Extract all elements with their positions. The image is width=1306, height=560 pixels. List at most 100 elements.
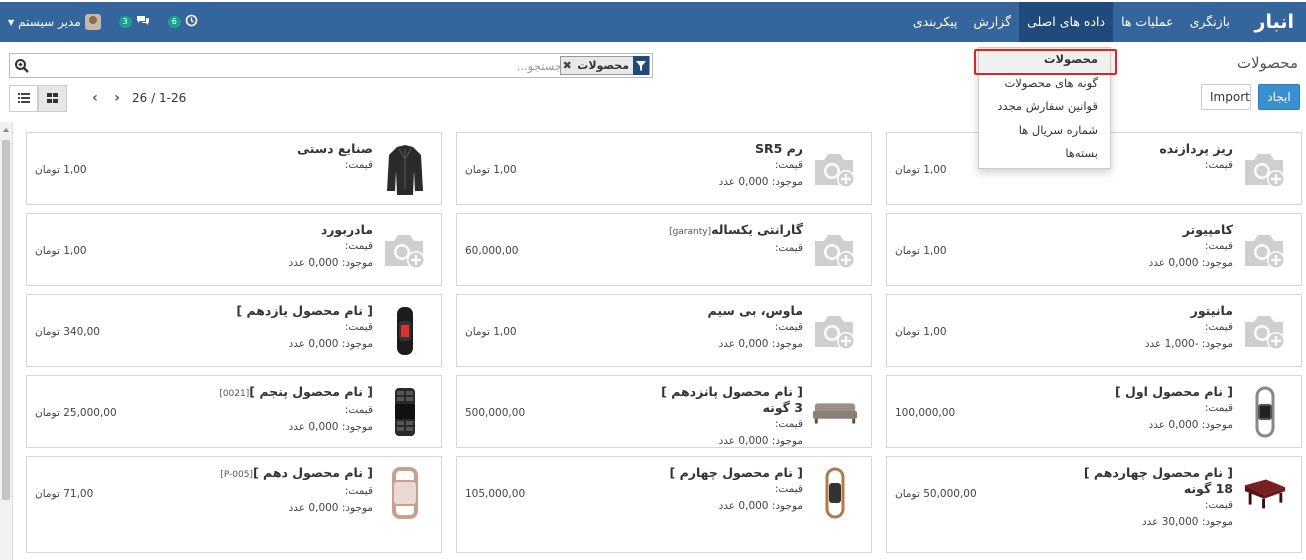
product-price: 71,00 تومان <box>35 488 94 500</box>
product-price: 500,000,00 <box>465 407 526 419</box>
product-info: کامپیوتر قیمت: موجود: 0,000 عدد <box>1149 222 1233 272</box>
dropdown-item-packages[interactable]: بسته‌ها <box>979 142 1110 166</box>
product-image <box>1241 467 1289 519</box>
product-card[interactable]: [ نام محصول پنجم ][0021] قیمت: موجود: 0,00… <box>26 375 442 448</box>
product-card[interactable]: گارانتی یکساله[garanty] قیمت: 60,000,00 <box>456 213 872 286</box>
product-card[interactable]: [ نام محصول اول ] قیمت: موجود: 0,000 عدد 10… <box>886 375 1302 448</box>
list-icon <box>17 92 30 106</box>
clock-icon <box>185 14 198 30</box>
product-info: مانیتور قیمت: موجود: -1,000 عدد <box>1145 303 1233 353</box>
product-name: ریز پردازنده <box>1159 141 1233 157</box>
scroll-up-icon[interactable] <box>3 128 9 132</box>
product-card[interactable]: [ نام محصول یازدهم ] قیمت: موجود: 0,000 عد… <box>26 294 442 367</box>
user-name: مدیر سیستم <box>18 15 81 29</box>
top-navbar: انبار بازنگری عملیات ها داده های اصلی گز… <box>0 2 1306 42</box>
product-image <box>381 467 429 519</box>
pager-total: 26 <box>132 91 148 105</box>
pager-range: 1-26 <box>158 91 187 105</box>
price-label: قیمت: <box>774 483 803 495</box>
product-info: ریز پردازنده قیمت: <box>1159 141 1233 174</box>
product-card[interactable]: مانیتور قیمت: موجود: -1,000 عدد 1,00 تومان <box>886 294 1302 367</box>
product-variants: 18 گونه <box>1183 481 1233 496</box>
pager-value[interactable]: 26 / 1-26 <box>132 91 186 105</box>
product-price: 1,00 تومان <box>35 245 87 257</box>
menu-item-master-data[interactable]: داده های اصلی <box>1019 2 1114 42</box>
product-card[interactable]: صنایع دستی قیمت: 1,00 تومان <box>26 132 442 205</box>
product-card[interactable]: [ نام محصول چهارم ] قیمت: موجود: 0,000 عدد… <box>456 456 872 553</box>
main-menu: بازنگری عملیات ها داده های اصلی گزارش پی… <box>905 2 1238 42</box>
product-name-text: ریز پردازنده <box>1159 141 1233 156</box>
product-info: [ نام محصول پنجم ][0021] قیمت: موجود: 0,00… <box>215 384 373 436</box>
stock-on-hand: موجود: 0,000 عدد <box>288 338 373 350</box>
product-info: گارانتی یکساله[garanty] قیمت: <box>665 222 803 257</box>
price-label: قیمت: <box>1204 402 1233 414</box>
price-label: قیمت: <box>1204 321 1233 333</box>
camera-plus-icon <box>811 224 859 276</box>
app-brand[interactable]: انبار <box>1255 11 1294 33</box>
product-image <box>1241 386 1289 438</box>
product-info: [ نام محصول چهاردهم ] 18 گونه قیمت: موجود: … <box>1084 465 1233 531</box>
product-card[interactable]: رم SR5 قیمت: موجود: 0,000 عدد 1,00 تومان <box>456 132 872 205</box>
product-image <box>811 467 859 519</box>
kanban-view-button[interactable] <box>38 85 67 112</box>
user-menu[interactable]: ▼ مدیر سیستم <box>8 14 101 30</box>
price-label: قیمت: <box>774 242 803 254</box>
product-name-text: [ نام محصول یازدهم ] <box>236 303 373 318</box>
menu-item-review[interactable]: بازنگری <box>1182 2 1238 42</box>
product-card[interactable]: [ نام محصول دهم ][P-005] قیمت: موجود: 0,00… <box>26 456 442 553</box>
camera-plus-icon <box>811 305 859 357</box>
dropdown-item-reordering-rules[interactable]: قوانین سفارش مجدد <box>979 95 1110 119</box>
dropdown-item-serial-numbers[interactable]: شماره سریال ها <box>979 119 1110 143</box>
list-view-button[interactable] <box>9 85 38 112</box>
product-name-text: [ نام محصول پنجم ] <box>249 384 373 399</box>
search-box[interactable]: ✖ محصولات <box>9 53 653 78</box>
camera-plus-icon <box>1241 224 1289 276</box>
avatar <box>84 14 101 30</box>
activities-button[interactable]: 6 <box>167 14 198 30</box>
stock-on-hand: موجود: 30,000 عدد <box>1141 516 1233 528</box>
chat-icon <box>136 15 150 30</box>
stock-on-hand: موجود: 0,000 عدد <box>288 421 373 433</box>
view-switcher <box>9 85 67 112</box>
product-card[interactable]: ماوس، بی سیم قیمت: موجود: 0,000 عدد 1,00 تو… <box>456 294 872 367</box>
create-button[interactable]: ایجاد <box>1258 84 1300 110</box>
scroll-thumb[interactable] <box>2 140 10 500</box>
product-image <box>811 386 859 438</box>
product-info: ماوس، بی سیم قیمت: موجود: 0,000 عدد <box>708 303 803 353</box>
product-name-text: [ نام محصول چهاردهم ] <box>1083 465 1233 480</box>
scrollbar[interactable] <box>0 122 13 560</box>
search-input[interactable] <box>40 57 562 75</box>
menu-item-reporting[interactable]: گزارش <box>966 2 1020 42</box>
product-name: [ نام محصول اول ] <box>1115 384 1233 400</box>
price-label: قیمت: <box>344 159 373 171</box>
product-name: رم SR5 <box>719 141 803 157</box>
page-title: محصولات <box>1236 54 1298 72</box>
dropdown-item-product-variants[interactable]: گونه های محصولات <box>979 72 1110 96</box>
price-label: قیمت: <box>344 485 373 497</box>
price-label: قیمت: <box>774 418 803 430</box>
import-button[interactable]: Import <box>1201 84 1251 110</box>
product-card[interactable]: [ نام محصول پانزدهم ] 3 گونه قیمت: موجود: 0… <box>456 375 872 448</box>
menu-item-operations[interactable]: عملیات ها <box>1113 2 1182 42</box>
product-card[interactable]: مادربورد قیمت: موجود: 0,000 عدد 1,00 تومان <box>26 213 442 286</box>
messages-button[interactable]: 3 <box>118 15 150 30</box>
search-plus-icon[interactable] <box>14 58 30 74</box>
menu-item-configuration[interactable]: پیکربندی <box>905 2 966 42</box>
pager-previous-icon[interactable]: ‹ <box>88 90 102 106</box>
product-card[interactable]: کامپیوتر قیمت: موجود: 0,000 عدد 1,00 تومان <box>886 213 1302 286</box>
product-price: 1,00 تومان <box>465 326 517 338</box>
product-reference: [garanty] <box>669 227 712 237</box>
stock-on-hand: موجود: 0,000 عدد <box>718 435 803 447</box>
facet-remove-icon[interactable]: ✖ <box>561 59 573 72</box>
stock-on-hand: موجود: 0,000 عدد <box>288 502 373 514</box>
stock-on-hand: موجود: 0,000 عدد <box>718 338 803 350</box>
camera-plus-icon <box>381 224 429 276</box>
product-name-text: مادربورد <box>320 222 373 237</box>
facet-value: محصولات <box>577 59 629 72</box>
price-label: قیمت: <box>1204 159 1233 171</box>
product-card[interactable]: [ نام محصول چهاردهم ] 18 گونه قیمت: موجود: … <box>886 456 1302 553</box>
search-facet: ✖ محصولات <box>560 56 650 75</box>
pager-next-icon[interactable]: › <box>110 90 124 106</box>
product-price: 25,000,00 تومان <box>35 407 117 419</box>
product-info: رم SR5 قیمت: موجود: 0,000 عدد <box>719 141 803 191</box>
